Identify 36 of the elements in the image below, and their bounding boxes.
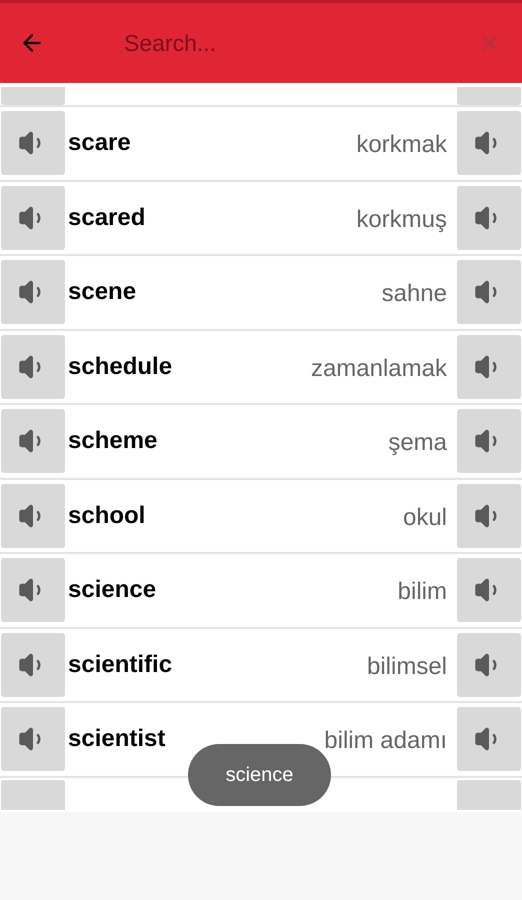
- translation: bilim: [398, 577, 447, 608]
- speaker-button[interactable]: [1, 334, 65, 399]
- translation: bilimsel: [366, 652, 447, 682]
- speaker-button[interactable]: [457, 632, 521, 697]
- translation: sahne: [382, 279, 447, 310]
- speaker-button[interactable]: [1, 409, 65, 474]
- english-word: scare: [68, 128, 131, 158]
- speaker-button[interactable]: [1, 111, 65, 176]
- speaker-button[interactable]: [457, 186, 521, 250]
- speaker-button[interactable]: [1, 632, 65, 697]
- speaker-button[interactable]: [457, 707, 521, 772]
- translation: korkmuş: [356, 204, 447, 235]
- speaker-button[interactable]: [1, 707, 65, 772]
- speaker-button[interactable]: [1, 558, 65, 622]
- english-word: science: [68, 575, 156, 606]
- english-word: scene: [68, 277, 136, 308]
- english-word: scared: [68, 202, 146, 233]
- speaker-button[interactable]: [457, 484, 521, 548]
- english-word: scheme: [68, 426, 158, 456]
- speaker-button[interactable]: [457, 334, 521, 399]
- english-word: scientific: [68, 650, 172, 680]
- translation: şema: [388, 428, 447, 458]
- speaker-button[interactable]: [457, 111, 521, 176]
- speaker-button[interactable]: [1, 260, 65, 324]
- speaker-button[interactable]: [457, 260, 521, 324]
- english-word: scientist: [68, 724, 166, 754]
- speaker-button[interactable]: [457, 558, 521, 622]
- translation: korkmak: [356, 130, 447, 160]
- translation: okul: [402, 502, 447, 533]
- speaker-button[interactable]: [1, 186, 65, 250]
- english-word: school: [68, 500, 146, 531]
- english-word: schedule: [68, 352, 172, 382]
- speaker-button[interactable]: [457, 409, 521, 474]
- translation: zamanlamak: [310, 354, 447, 384]
- speaker-button[interactable]: [1, 484, 65, 548]
- search-input[interactable]: Search...: [124, 26, 474, 60]
